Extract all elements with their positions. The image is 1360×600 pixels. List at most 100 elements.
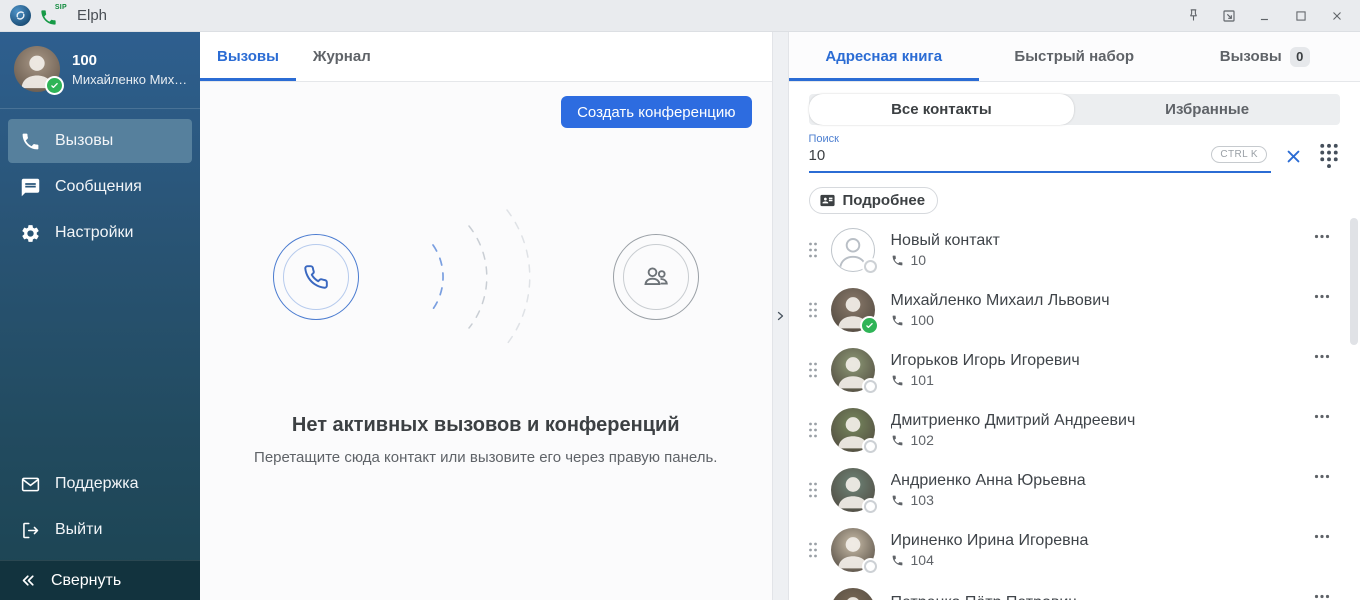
sidebar-item-support[interactable]: Поддержка <box>8 462 192 506</box>
tab-calls-count[interactable]: Вызовы 0 <box>1170 32 1360 81</box>
popout-window-icon[interactable] <box>1216 4 1242 28</box>
contact-name: Игорьков Игорь Игоревич <box>891 352 1305 370</box>
search-row: Поиск CTRL K <box>809 133 1341 173</box>
status-badge <box>864 260 877 273</box>
phone-icon <box>891 314 904 327</box>
sidebar-item-settings[interactable]: Настройки <box>8 211 192 255</box>
phone-icon <box>891 494 904 507</box>
sidebar-nav: Вызовы Сообщения Настройки <box>0 119 200 255</box>
right-panel-tabbar: Адресная книга Быстрый набор Вызовы 0 <box>789 32 1360 82</box>
drag-handle-icon[interactable] <box>807 360 823 380</box>
contact-menu-button[interactable] <box>1310 590 1334 600</box>
tab-calls[interactable]: Вызовы <box>200 32 296 81</box>
contact-avatar <box>831 468 875 512</box>
phone-icon <box>891 554 904 567</box>
phone-icon <box>891 374 904 387</box>
sidebar-item-logout[interactable]: Выйти <box>8 508 192 552</box>
contact-name: Ириненко Ирина Игоревна <box>891 532 1305 550</box>
contact-name: Андриенко Анна Юрьевна <box>891 472 1305 490</box>
contact-number: 101 <box>911 372 934 388</box>
search-field[interactable]: Поиск CTRL K <box>809 133 1272 173</box>
contact-name: Дмитриенко Дмитрий Андреевич <box>891 412 1305 430</box>
create-conference-button[interactable]: Создать конференцию <box>561 96 751 128</box>
titlebar: SIP Elph <box>0 0 1360 32</box>
contact-menu-button[interactable] <box>1310 410 1334 423</box>
sip-phone-icon: SIP <box>39 5 65 27</box>
user-name: Михайленко Михаи… <box>72 72 188 87</box>
contact-number: 100 <box>911 312 934 328</box>
sidebar-item-calls[interactable]: Вызовы <box>8 119 192 163</box>
search-input[interactable] <box>809 145 1133 164</box>
contact-row[interactable]: Игорьков Игорь Игоревич 101 <box>789 340 1360 400</box>
message-icon <box>20 177 41 198</box>
contact-number: 102 <box>911 432 934 448</box>
contact-menu-button[interactable] <box>1310 530 1334 543</box>
contact-menu-button[interactable] <box>1310 230 1334 243</box>
collapse-sidebar-button[interactable]: Свернуть <box>0 560 200 600</box>
contact-list: Новый контакт 10 Михайленко Михаил <box>789 220 1360 600</box>
contact-row[interactable]: Петренко Пётр Петрович <box>789 580 1360 600</box>
empty-state-title: Нет активных вызовов и конференций <box>292 414 680 437</box>
contact-row[interactable]: Ириненко Ирина Игоревна 104 <box>789 520 1360 580</box>
gear-icon <box>20 223 41 244</box>
conference-circle-icon <box>613 234 699 320</box>
status-badge <box>862 318 877 333</box>
collapse-panel-chevron-icon[interactable] <box>774 310 786 322</box>
contact-number: 104 <box>911 552 934 568</box>
status-badge <box>864 500 877 513</box>
logout-icon <box>20 520 41 541</box>
sidebar-item-messages[interactable]: Сообщения <box>8 165 192 209</box>
contact-avatar <box>831 408 875 452</box>
tab-address-book[interactable]: Адресная книга <box>789 32 980 81</box>
double-chevron-left-icon <box>20 572 37 589</box>
contact-row[interactable]: Дмитриенко Дмитрий Андреевич 102 <box>789 400 1360 460</box>
drag-handle-icon[interactable] <box>807 480 823 500</box>
contact-avatar <box>831 588 875 600</box>
contact-menu-button[interactable] <box>1310 350 1334 363</box>
contact-name: Петренко Пётр Петрович <box>891 594 1305 600</box>
pin-icon[interactable] <box>1180 4 1206 28</box>
current-user-block[interactable]: 100 Михайленко Михаи… <box>0 32 200 109</box>
contact-avatar <box>831 528 875 572</box>
drag-handle-icon[interactable] <box>807 420 823 440</box>
app-logo-icon <box>10 5 31 26</box>
segment-favorites[interactable]: Избранные <box>1074 94 1340 125</box>
search-label: Поиск <box>809 133 1272 145</box>
app-window: SIP Elph <box>0 0 1360 600</box>
phone-icon <box>20 131 41 152</box>
tab-journal[interactable]: Журнал <box>296 32 388 81</box>
contact-row[interactable]: Михайленко Михаил Львович 100 <box>789 280 1360 340</box>
details-button[interactable]: Подробнее <box>809 187 939 214</box>
ripple-arcs-icon <box>411 202 561 352</box>
close-icon[interactable] <box>1324 4 1350 28</box>
shortcut-badge: CTRL K <box>1211 146 1267 163</box>
drag-handle-icon[interactable] <box>807 540 823 560</box>
user-avatar <box>14 46 60 92</box>
drag-handle-icon[interactable] <box>807 300 823 320</box>
contact-row[interactable]: Новый контакт 10 <box>789 220 1360 280</box>
dialpad-icon[interactable] <box>1316 142 1340 173</box>
contact-row[interactable]: Андриенко Анна Юрьевна 103 <box>789 460 1360 520</box>
phone-icon <box>891 434 904 447</box>
envelope-icon <box>20 474 41 495</box>
panel-splitter[interactable] <box>772 32 789 600</box>
contact-menu-button[interactable] <box>1310 290 1334 303</box>
empty-state-subtitle: Перетащите сюда контакт или вызовите его… <box>254 449 717 466</box>
maximize-icon[interactable] <box>1288 4 1314 28</box>
status-badge <box>864 380 877 393</box>
drag-handle-icon[interactable] <box>807 240 823 260</box>
contact-menu-button[interactable] <box>1310 470 1334 483</box>
minimize-icon[interactable] <box>1252 4 1278 28</box>
tab-speed-dial[interactable]: Быстрый набор <box>979 32 1170 81</box>
online-status-badge <box>47 78 62 93</box>
contact-avatar <box>831 348 875 392</box>
contact-avatar <box>831 288 875 332</box>
contact-number: 103 <box>911 492 934 508</box>
contact-avatar <box>831 228 875 272</box>
empty-state: Нет активных вызовов и конференций Перет… <box>220 128 752 600</box>
scrollbar-thumb[interactable] <box>1350 218 1358 345</box>
sidebar: 100 Михайленко Михаи… Вызовы Сообщения <box>0 32 200 600</box>
status-badge <box>864 440 877 453</box>
segment-all-contacts[interactable]: Все контакты <box>809 94 1075 125</box>
clear-search-icon[interactable] <box>1283 148 1304 173</box>
